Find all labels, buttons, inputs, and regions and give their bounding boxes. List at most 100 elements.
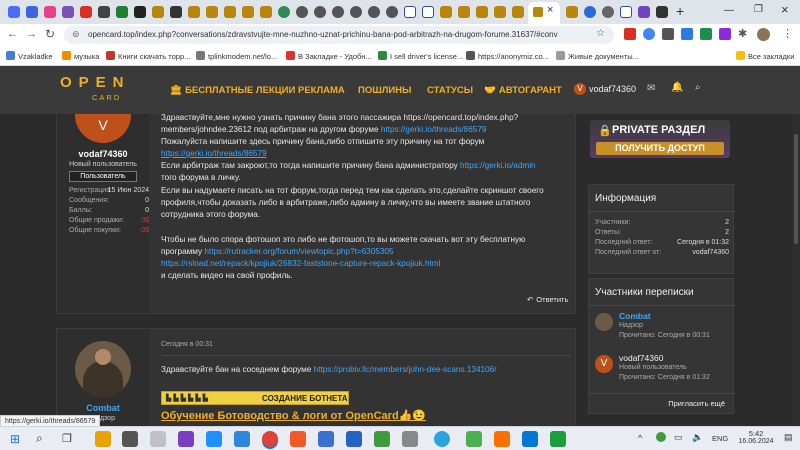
tab-favicon-icon[interactable] bbox=[332, 6, 344, 18]
tab-favicon-icon[interactable] bbox=[566, 6, 578, 18]
taskbar-app-icon[interactable] bbox=[234, 431, 250, 447]
tab-favicon-icon[interactable] bbox=[440, 6, 452, 18]
bookmark-item[interactable]: tplinkmodem.net/lo... bbox=[196, 51, 277, 61]
message-link[interactable]: https://rsload.net/repack/kpojiuk/26832-… bbox=[161, 259, 440, 268]
tab-favicon-icon[interactable] bbox=[188, 6, 200, 18]
post-author-name[interactable]: vodaf74360 bbox=[57, 149, 149, 159]
bookmark-star-icon[interactable]: ☆ bbox=[596, 28, 605, 39]
tray-chevron-icon[interactable]: ^ bbox=[638, 433, 642, 443]
tab-favicon-icon[interactable] bbox=[116, 6, 128, 18]
taskbar-app-icon[interactable] bbox=[178, 431, 194, 447]
keyboard-language[interactable]: ENG bbox=[712, 434, 728, 443]
taskbar-app-icon[interactable] bbox=[206, 431, 222, 447]
reload-icon[interactable]: ↻ bbox=[45, 27, 55, 41]
participant-item[interactable]: Combat Надзор Прочитано: Сегодня в 00:31 bbox=[595, 311, 731, 345]
tab-favicon-icon[interactable] bbox=[620, 6, 632, 18]
bookmark-item[interactable]: https://anonymiz.co... bbox=[466, 51, 549, 61]
bookmark-item[interactable]: I sell driver's license... bbox=[378, 51, 463, 61]
participant-name[interactable]: Combat bbox=[619, 311, 651, 321]
tab-favicon-icon[interactable] bbox=[278, 6, 290, 18]
volume-icon[interactable]: 🔈 bbox=[692, 432, 703, 443]
tab-favicon-icon[interactable] bbox=[350, 6, 362, 18]
extension-icon[interactable] bbox=[681, 28, 693, 40]
message-link[interactable]: https://gerki.io/threads/86579 bbox=[161, 149, 267, 158]
tab-favicon-icon[interactable] bbox=[44, 6, 56, 18]
tab-favicon-icon[interactable] bbox=[152, 6, 164, 18]
extension-icon[interactable] bbox=[700, 28, 712, 40]
address-field[interactable]: ⊜ opencard.top/index.php?conversations/z… bbox=[64, 26, 614, 44]
bookmark-item[interactable]: музыка bbox=[62, 51, 99, 61]
taskbar-app-icon[interactable] bbox=[466, 431, 482, 447]
network-icon[interactable]: ▭ bbox=[674, 432, 683, 443]
tab-favicon-icon[interactable] bbox=[368, 6, 380, 18]
tab-favicon-icon[interactable] bbox=[62, 6, 74, 18]
notifications-icon[interactable]: ▤ bbox=[784, 432, 793, 443]
taskbar-app-icon[interactable] bbox=[95, 431, 111, 447]
chrome-taskbar-icon[interactable] bbox=[262, 431, 278, 447]
tab-favicon-icon[interactable] bbox=[80, 6, 92, 18]
google-extension-icon[interactable] bbox=[643, 28, 655, 40]
message-link[interactable]: https://probiv.llc/members/john-dee-scan… bbox=[314, 365, 497, 374]
post-avatar-photo[interactable] bbox=[75, 341, 131, 397]
taskbar-app-icon[interactable] bbox=[402, 431, 418, 447]
message-link[interactable]: https://gerki.io/threads/86579 bbox=[381, 125, 487, 134]
taskbar-app-icon[interactable] bbox=[550, 431, 566, 447]
tab-favicon-icon[interactable] bbox=[656, 6, 668, 18]
get-access-button[interactable]: ПОЛУЧИТЬ ДОСТУП bbox=[596, 142, 724, 155]
nav-fees[interactable]: ПОШЛИНЫ bbox=[358, 85, 411, 96]
nav-autogarant[interactable]: 🤝 АВТОГАРАНТ bbox=[484, 85, 562, 96]
tab-favicon-icon[interactable] bbox=[422, 6, 434, 18]
start-windows-icon[interactable]: ⊞ bbox=[10, 432, 20, 446]
taskbar-app-icon[interactable] bbox=[150, 431, 166, 447]
new-tab-button[interactable]: + bbox=[676, 3, 684, 19]
forward-icon[interactable]: → bbox=[26, 28, 37, 40]
tab-favicon-icon[interactable] bbox=[476, 6, 488, 18]
close-tab-icon[interactable]: × bbox=[547, 4, 553, 16]
nav-statuses[interactable]: СТАТУСЫ bbox=[427, 85, 473, 96]
brave-taskbar-icon[interactable] bbox=[290, 431, 306, 447]
promo-banner[interactable]: ▙ ▙ ▙ ▙ ▙ ▙ СОЗДАНИЕ БОТНЕТА bbox=[161, 391, 349, 405]
promo-link[interactable]: Обучение Ботоводство & логи от OpenCard👍… bbox=[161, 409, 426, 422]
reply-button[interactable]: ↶ Ответить bbox=[527, 295, 568, 304]
post-avatar[interactable]: V bbox=[75, 114, 131, 143]
tab-favicon-icon[interactable] bbox=[512, 6, 524, 18]
tab-favicon-icon[interactable] bbox=[386, 6, 398, 18]
bookmark-item[interactable]: Vzakladke bbox=[6, 51, 53, 61]
post-date[interactable]: Сегодня в 00:31 bbox=[161, 341, 213, 348]
page-scrollbar[interactable] bbox=[792, 114, 800, 430]
taskbar-app-icon[interactable] bbox=[318, 431, 334, 447]
taskbar-app-icon[interactable] bbox=[122, 431, 138, 447]
taskbar-app-icon[interactable] bbox=[494, 431, 510, 447]
private-section-banner[interactable]: 🔒 PRIVATE РАЗДЕЛ ПОЛУЧИТЬ ДОСТУП bbox=[590, 120, 730, 158]
taskbar-app-icon[interactable] bbox=[346, 431, 362, 447]
message-link[interactable]: https://gerki.io/admin bbox=[460, 161, 536, 170]
search-icon[interactable]: ⌕ bbox=[36, 431, 43, 446]
bookmark-item[interactable]: Живые документы... bbox=[556, 51, 639, 61]
tab-favicon-icon[interactable] bbox=[314, 6, 326, 18]
tab-favicon-icon[interactable] bbox=[602, 6, 614, 18]
minimize-icon[interactable]: — bbox=[724, 5, 734, 16]
tab-favicon-icon[interactable] bbox=[224, 6, 236, 18]
nav-free-lectures[interactable]: 🏛 БЕСПЛАТНЫЕ ЛЕКЦИИ bbox=[170, 85, 295, 96]
tab-favicon-icon[interactable] bbox=[260, 6, 272, 18]
search-icon[interactable]: ⌕ bbox=[695, 82, 701, 93]
tab-favicon-icon[interactable] bbox=[26, 6, 38, 18]
post-author-name[interactable]: Combat bbox=[57, 403, 149, 413]
invite-more-button[interactable]: Пригласить ещё bbox=[668, 399, 725, 408]
tab-favicon-icon[interactable] bbox=[494, 6, 506, 18]
telegram-taskbar-icon[interactable] bbox=[434, 431, 450, 447]
back-icon[interactable]: ← bbox=[7, 28, 18, 40]
active-tab[interactable]: × bbox=[528, 2, 560, 24]
tab-favicon-icon[interactable] bbox=[638, 6, 650, 18]
utorrent-taskbar-icon[interactable] bbox=[374, 431, 390, 447]
site-info-icon[interactable]: ⊜ bbox=[72, 29, 80, 40]
window-close-icon[interactable]: × bbox=[781, 2, 789, 17]
tab-favicon-icon[interactable] bbox=[170, 6, 182, 18]
extension-icon[interactable] bbox=[662, 28, 674, 40]
site-logo[interactable]: OPEN CARD bbox=[60, 74, 140, 106]
browser-menu-icon[interactable]: ⋮ bbox=[782, 27, 793, 40]
tab-favicon-icon[interactable] bbox=[404, 6, 416, 18]
extensions-puzzle-icon[interactable]: ✱ bbox=[738, 27, 747, 40]
tab-favicon-icon[interactable] bbox=[8, 6, 20, 18]
tray-utorrent-icon[interactable] bbox=[656, 432, 666, 442]
